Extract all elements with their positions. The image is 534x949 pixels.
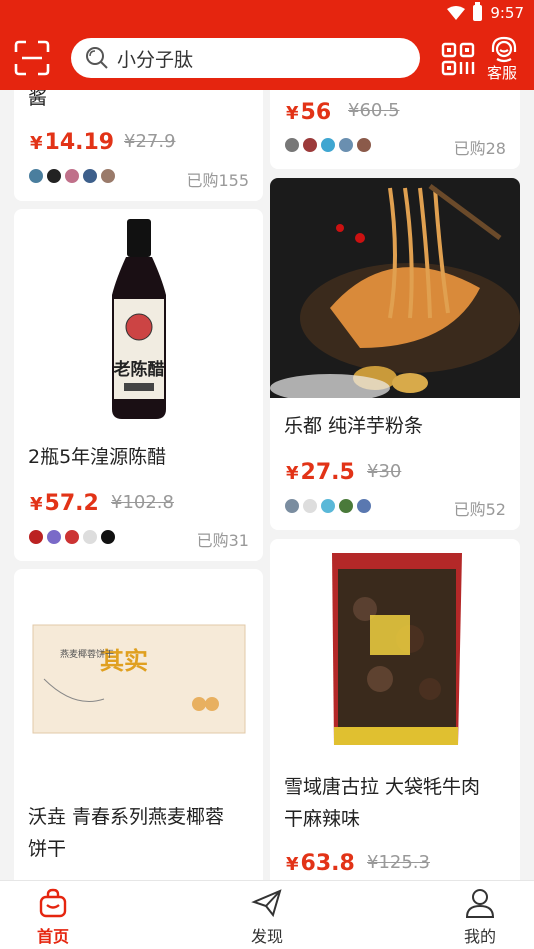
avatar (338, 498, 354, 514)
nav-home-label: 首页 (36, 927, 69, 946)
product-price: ¥56 (286, 100, 332, 125)
sold-count: 已购155 (186, 171, 249, 190)
product-name: 乐都 纯洋芋粉条 (284, 415, 424, 437)
product-card[interactable]: 乐都 纯洋芋粉条 ¥27.5 ¥30 已购52 (270, 178, 520, 530)
avatar (284, 137, 300, 153)
avatar (64, 529, 80, 545)
status-bar: 9:57 (0, 0, 534, 28)
avatar (302, 498, 318, 514)
avatar (320, 137, 336, 153)
product-price: ¥27.5 (286, 460, 355, 485)
avatar (82, 168, 98, 184)
product-price: ¥57.2 (30, 491, 99, 516)
avatar (356, 498, 372, 514)
headset-icon (491, 36, 517, 63)
header: 小分子肽 客服 (0, 28, 534, 90)
buyer-avatars (284, 137, 374, 153)
scan-icon[interactable] (14, 40, 50, 76)
original-price: ¥27.9 (124, 131, 176, 152)
search-query: 小分子肽 (117, 48, 194, 71)
paper-plane-icon (251, 889, 282, 918)
box-brand: 燕麦椰蓉饼干 (60, 648, 114, 660)
nav-home[interactable]: 首页 (8, 887, 98, 947)
avatar (100, 529, 116, 545)
product-image: 老陈醋 (112, 219, 166, 419)
product-name: 2瓶5年湟源陈醋 (28, 446, 167, 468)
original-price: ¥60.5 (348, 100, 400, 121)
product-image (332, 553, 462, 745)
product-card[interactable]: 雪域唐古拉 大袋牦牛肉 干麻辣味 ¥63.8 ¥125.3 (270, 539, 520, 889)
product-name-line2: 饼干 (28, 838, 67, 860)
user-icon (465, 889, 495, 918)
avatar (46, 168, 62, 184)
buyer-avatars (28, 168, 118, 184)
service-label: 客服 (486, 64, 517, 82)
nav-discover-label: 发现 (250, 927, 283, 946)
customer-service-button[interactable]: 客服 (486, 36, 522, 86)
top-bar: 9:57 小分子肽 客服 (0, 0, 534, 90)
sold-count: 已购31 (196, 531, 249, 550)
nav-profile-label: 我的 (463, 927, 496, 946)
bottom-nav: 首页 发现 我的 (0, 880, 534, 949)
product-name-line1: 沃垚 青春系列燕麦椰蓉 (28, 806, 225, 828)
avatar (28, 529, 44, 545)
product-card[interactable]: 其实 燕麦椰蓉饼干 沃垚 青春系列燕麦椰蓉 饼干 (14, 569, 263, 889)
nav-profile[interactable]: 我的 (435, 887, 525, 947)
avatar (338, 137, 354, 153)
status-time: 9:57 (490, 4, 524, 22)
avatar (28, 168, 44, 184)
original-price: ¥125.3 (367, 852, 430, 873)
avatar (64, 168, 80, 184)
avatar (82, 529, 98, 545)
search-bar[interactable]: 小分子肽 (71, 38, 420, 78)
avatar (284, 498, 300, 514)
product-name-line1: 雪域唐古拉 大袋牦牛肉 (284, 776, 481, 798)
buyer-avatars (284, 498, 374, 514)
qr-code-icon[interactable] (441, 42, 475, 76)
avatar (46, 529, 62, 545)
original-price: ¥102.8 (111, 492, 174, 513)
avatar (302, 137, 318, 153)
sold-count: 已购52 (453, 500, 506, 519)
product-card[interactable]: 老陈醋 2瓶5年湟源陈醋 ¥57.2 ¥102.8 已购31 (14, 209, 263, 561)
original-price: ¥30 (367, 461, 402, 482)
sold-count: 已购28 (453, 139, 506, 158)
wifi-icon (447, 6, 466, 20)
product-image (270, 178, 520, 398)
search-icon (86, 47, 108, 69)
product-image: 其实 燕麦椰蓉饼干 (32, 624, 246, 734)
product-price: ¥14.19 (30, 130, 115, 155)
avatar (100, 168, 116, 184)
product-name-line2: 干麻辣味 (284, 808, 361, 830)
shopping-bag-icon (39, 888, 67, 918)
battery-icon (473, 2, 483, 21)
avatar (356, 137, 372, 153)
buyer-avatars (28, 529, 118, 545)
avatar (320, 498, 336, 514)
bottle-label: 老陈醋 (113, 359, 165, 380)
product-price: ¥63.8 (286, 851, 355, 876)
nav-discover[interactable]: 发现 (222, 887, 312, 947)
